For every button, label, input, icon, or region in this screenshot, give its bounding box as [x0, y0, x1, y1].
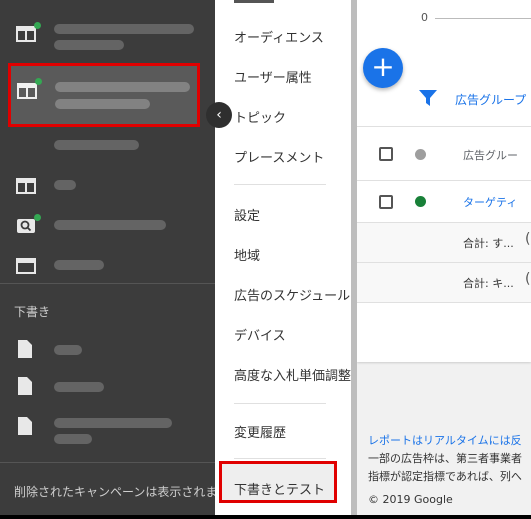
draft-item[interactable]	[0, 331, 215, 371]
menu-item-devices[interactable]: デバイス	[234, 325, 286, 344]
truncated-item	[234, 0, 274, 3]
status-column-icon	[415, 149, 426, 160]
blurred-label	[54, 24, 194, 34]
blurred-label	[54, 140, 139, 150]
menu-item-locations[interactable]: 地域	[234, 245, 260, 264]
divider	[0, 283, 215, 284]
campaign-table-icon	[16, 26, 36, 42]
campaign-table-icon	[17, 83, 37, 99]
menu-divider	[234, 458, 326, 459]
draft-item[interactable]	[0, 408, 215, 448]
menu-item-ad-schedule[interactable]: 広告のスケジュール	[234, 285, 350, 304]
campaign-item[interactable]	[0, 14, 215, 54]
menu-item-drafts-experiments[interactable]: 下書きとテスト	[219, 461, 337, 503]
blurred-label	[54, 434, 92, 444]
status-dot	[34, 22, 41, 29]
chevron-left-icon: ‹	[216, 107, 222, 123]
blurred-label	[54, 220, 166, 230]
copyright: © 2019 Google	[368, 493, 453, 506]
help-icon[interactable]: (	[525, 231, 530, 247]
status-enabled-icon	[415, 196, 426, 207]
blurred-label	[55, 99, 150, 109]
total-row: 合計: キ... (	[357, 262, 531, 303]
table-header: 広告グルー	[357, 126, 531, 181]
menu-divider	[234, 184, 326, 185]
table-bottom-border	[357, 302, 531, 304]
total-label: 合計: す...	[463, 237, 514, 250]
campaign-item[interactable]	[0, 246, 215, 286]
campaign-item[interactable]	[0, 206, 215, 246]
blurred-label	[54, 40, 124, 50]
select-all-checkbox[interactable]	[379, 147, 393, 161]
menu-item-advanced-bid-adj[interactable]: 高度な入札単価調整	[234, 365, 351, 384]
hidden-campaigns-note: 削除されたキャンペーンは表示されま	[14, 485, 218, 499]
campaign-sidebar: 下書き 削除されたキャンペーンは表示されま	[0, 0, 218, 519]
page-menu: オーディエンス ユーザー属性 トピック プレースメント 設定 地域 広告のスケジ…	[215, 0, 351, 519]
blurred-label	[54, 180, 76, 190]
blurred-label	[54, 345, 82, 355]
axis-line	[435, 18, 531, 19]
footnote-line: 一部の広告枠は、第三者事業者	[368, 452, 522, 465]
main-content: 0 + 広告グループ 広告グルー ターゲティ 合計: す... ( 合計: キ.…	[357, 0, 531, 519]
ad-group-link[interactable]: ターゲティ	[463, 194, 517, 210]
selected-campaign-item[interactable]	[8, 63, 200, 127]
blurred-label	[54, 382, 104, 392]
filter-label[interactable]: 広告グループ	[455, 91, 526, 108]
draft-item[interactable]	[0, 368, 215, 408]
menu-item-demographics[interactable]: ユーザー属性	[234, 67, 312, 86]
search-campaign-icon	[16, 218, 36, 234]
menu-item-label: 下書きとテスト	[234, 483, 326, 498]
bottom-edge	[0, 515, 531, 519]
footnote-line: 指標が認定指標であれば、列へ	[368, 470, 522, 483]
drafts-heading: 下書き	[14, 305, 51, 319]
campaign-table-icon	[16, 178, 36, 194]
blurred-label	[54, 260, 104, 270]
report-realtime-link[interactable]: レポートはリアルタイムには反	[368, 432, 522, 448]
menu-item-placements[interactable]: プレースメント	[234, 147, 324, 166]
document-icon	[18, 417, 32, 435]
filter-icon[interactable]	[419, 90, 437, 110]
campaign-item[interactable]	[0, 166, 215, 206]
menu-item-settings[interactable]: 設定	[234, 205, 260, 224]
campaign-table-icon	[16, 258, 36, 274]
total-row: 合計: す... (	[357, 222, 531, 263]
menu-item-topics[interactable]: トピック	[234, 107, 286, 126]
document-icon	[18, 377, 32, 395]
table-row: ターゲティ	[357, 180, 531, 223]
menu-item-audiences[interactable]: オーディエンス	[234, 27, 324, 46]
ad-groups-card: 0 + 広告グループ 広告グルー ターゲティ 合計: す... ( 合計: キ.…	[357, 0, 531, 362]
total-label: 合計: キ...	[463, 277, 514, 290]
column-header-ad-group[interactable]: 広告グルー	[463, 147, 518, 163]
menu-divider	[234, 403, 326, 404]
status-dot	[35, 78, 42, 85]
status-dot	[34, 214, 41, 221]
help-icon[interactable]: (	[525, 271, 530, 287]
menu-item-change-history[interactable]: 変更履歴	[234, 422, 286, 441]
divider	[0, 462, 215, 463]
add-button[interactable]: +	[363, 48, 403, 88]
collapse-sidebar-button[interactable]: ‹	[206, 102, 232, 128]
row-checkbox[interactable]	[379, 195, 393, 209]
blurred-label	[55, 82, 190, 92]
document-icon	[18, 340, 32, 358]
blurred-label	[54, 418, 172, 428]
axis-tick: 0	[421, 11, 428, 24]
